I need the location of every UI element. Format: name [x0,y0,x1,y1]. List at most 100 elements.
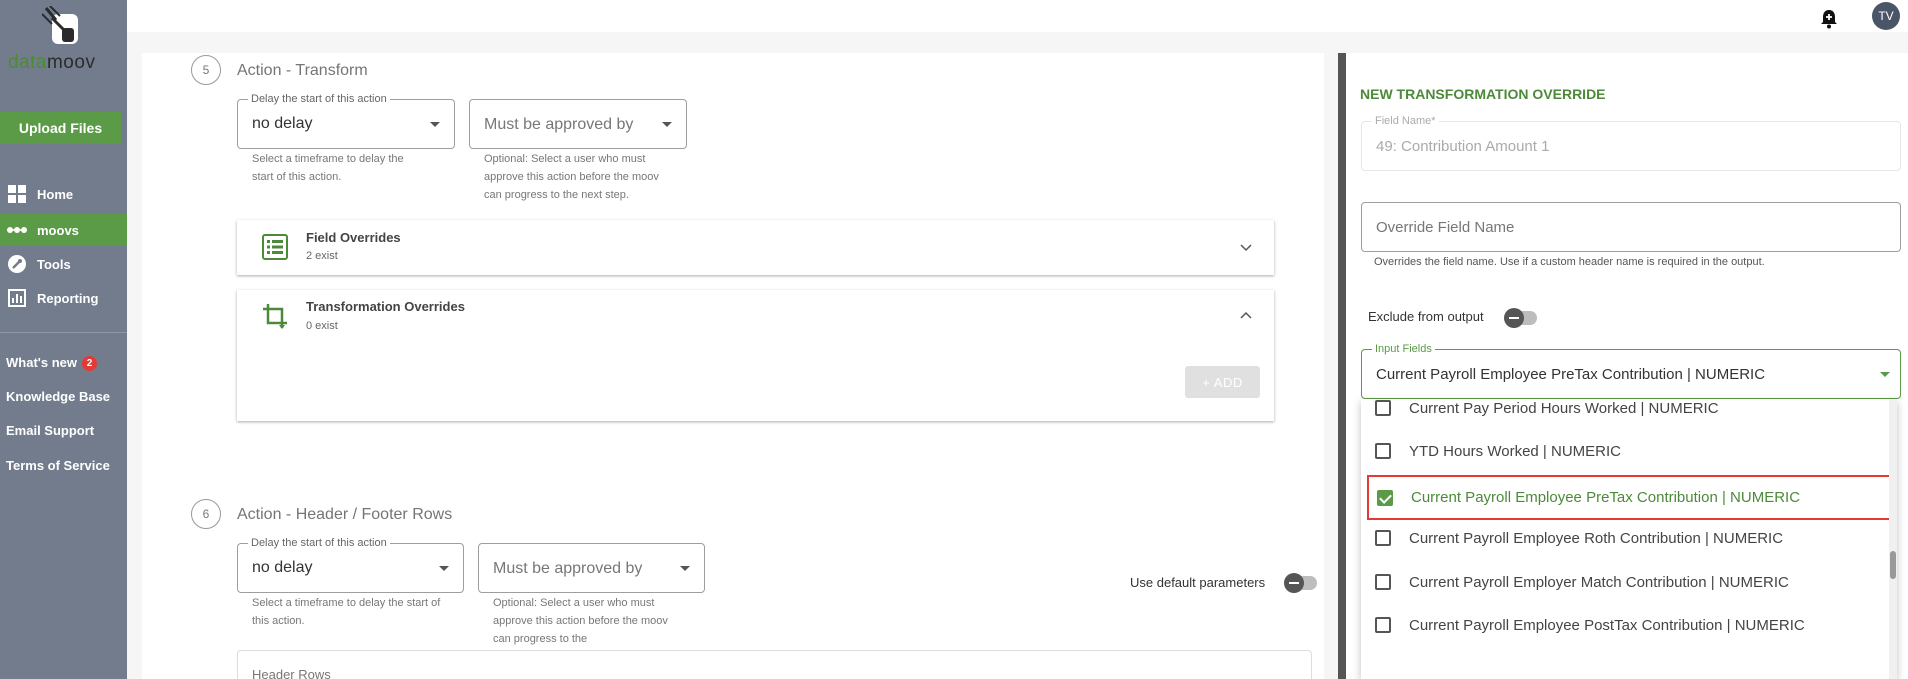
sidebar-item-label: Reporting [37,290,99,306]
whats-new-link[interactable]: What's new 2 [6,355,97,371]
checkbox[interactable] [1375,443,1391,459]
override-field-helper: Overrides the field name. Use if a custo… [1374,256,1765,268]
transformation-overrides-card: Transformation Overrides 0 exist + ADD [237,290,1274,421]
crop-icon [263,304,287,329]
override-field-name-input[interactable]: Override Field Name [1361,202,1901,252]
input-fields-legend: Input Fields [1372,343,1435,355]
user-avatar[interactable]: TV [1872,2,1900,30]
option-label: Current Payroll Employee PreTax Contribu… [1411,489,1801,506]
approval-placeholder: Must be approved by [493,560,643,577]
sidebar-item-label: Home [37,186,74,202]
reporting-icon [7,288,27,308]
transformation-overrides-title: Transformation Overrides [306,299,465,314]
option-label: Current Payroll Employee PostTax Contrib… [1409,616,1805,634]
field-name-input: Field Name* 49: Contribution Amount 1 [1361,115,1901,171]
panel-divider [1338,53,1346,679]
dropdown-option-selected[interactable]: Current Payroll Employee PreTax Contribu… [1367,475,1893,520]
input-fields-select[interactable]: Input Fields Current Payroll Employee Pr… [1361,343,1901,399]
option-label: Current Pay Period Hours Worked | NUMERI… [1409,399,1719,417]
exclude-from-output-toggle[interactable] [1504,308,1537,328]
step-5-number: 5 [191,55,221,85]
terms-of-service-link[interactable]: Terms of Service [6,458,110,473]
sidebar-divider [0,332,127,333]
option-label: Current Payroll Employee Roth Contributi… [1409,529,1784,547]
input-fields-dropdown: Current Pay Period Hours Worked | NUMERI… [1361,399,1897,679]
input-fields-value: Current Payroll Employee PreTax Contribu… [1376,366,1766,383]
checkbox[interactable] [1375,400,1391,416]
dropdown-option[interactable]: YTD Hours Worked | NUMERIC [1361,431,1897,471]
delay-legend: Delay the start of this action [248,93,390,105]
dropdown-option[interactable]: Current Payroll Employee PostTax Contrib… [1361,605,1897,645]
knowledge-base-link[interactable]: Knowledge Base [6,389,110,404]
checkbox-checked[interactable] [1377,489,1393,506]
step-6-delay-select[interactable]: Delay the start of this action no delay [237,537,464,593]
step-6-number: 6 [191,499,221,529]
delay-value: no delay [252,559,313,576]
header-rows-field[interactable]: Header Rows [237,650,1312,679]
step-6-title: Action - Header / Footer Rows [237,506,453,523]
header-rows-label: Header Rows [252,667,331,679]
field-overrides-card[interactable]: Field Overrides 2 exist [237,220,1274,275]
checkbox[interactable] [1375,530,1391,546]
datamoov-logo[interactable]: datamoov [0,0,127,80]
use-default-parameters-toggle[interactable] [1284,573,1317,593]
field-name-value: 49: Contribution Amount 1 [1376,138,1550,155]
field-overrides-title: Field Overrides [306,230,401,245]
checkbox[interactable] [1375,617,1391,633]
chevron-down-icon[interactable] [1240,244,1252,252]
step-5-approval-select[interactable]: Must be approved by [469,99,687,149]
transformation-overrides-count: 0 exist [306,320,338,332]
step-5-delay-helper: Select a timeframe to delay the start of… [252,153,404,183]
logo-mark-icon [42,6,78,44]
sidebar-item-label: Tools [37,256,71,272]
caret-down-icon [439,566,449,571]
delay-value: no delay [252,115,313,132]
override-field-placeholder: Override Field Name [1376,219,1515,236]
approval-placeholder: Must be approved by [484,116,634,133]
dropdown-option[interactable]: Current Pay Period Hours Worked | NUMERI… [1361,399,1897,428]
delay-legend: Delay the start of this action [248,537,390,549]
sidebar-item-tools[interactable]: Tools [0,248,127,280]
sidebar: datamoov Upload Files Home moovs Tools R… [0,0,127,679]
step-5-approval-helper: Optional: Select a user who must approve… [484,153,659,201]
list-icon [262,234,288,260]
dropdown-option[interactable]: Current Payroll Employee Roth Contributi… [1361,518,1897,558]
caret-down-icon [680,566,690,571]
tools-icon [7,254,27,274]
upload-files-button[interactable]: Upload Files [0,112,121,144]
dropdown-scrollbar[interactable] [1889,399,1897,679]
option-label: Current Payroll Employer Match Contribut… [1409,573,1789,591]
moovs-icon [7,220,27,240]
scrollbar-thumb[interactable] [1890,551,1896,579]
toggle-knob [1284,573,1304,593]
sidebar-item-home[interactable]: Home [0,178,127,210]
chevron-up-icon[interactable] [1240,311,1252,319]
sidebar-item-moovs[interactable]: moovs [0,214,127,246]
step-6-delay-helper: Select a timeframe to delay the start of… [252,597,441,627]
step-6-approval-helper: Optional: Select a user who must approve… [493,597,668,645]
dropdown-option[interactable]: Current Payroll Employer Match Contribut… [1361,562,1897,602]
step-6-approval-select[interactable]: Must be approved by [478,543,705,593]
toggle-knob [1504,308,1524,328]
caret-down-icon [662,122,672,127]
step-5-delay-select[interactable]: Delay the start of this action no delay [237,93,455,149]
logo-text: datamoov [8,52,96,73]
sidebar-item-label: moovs [37,222,79,238]
use-default-parameters-label: Use default parameters [1130,575,1266,590]
notification-bell-icon[interactable] [1818,8,1840,30]
top-bar [127,0,1908,32]
email-support-link[interactable]: Email Support [6,423,94,438]
panel-title: NEW TRANSFORMATION OVERRIDE [1360,86,1606,102]
exclude-from-output-label: Exclude from output [1368,309,1484,324]
field-name-legend: Field Name* [1372,115,1439,127]
caret-down-icon [1880,372,1890,377]
add-transformation-button[interactable]: + ADD [1185,366,1260,398]
field-overrides-count: 2 exist [306,250,338,262]
option-label: YTD Hours Worked | NUMERIC [1409,442,1621,460]
home-icon [7,184,27,204]
whats-new-badge: 2 [82,356,97,371]
checkbox[interactable] [1375,574,1391,590]
caret-down-icon [430,122,440,127]
sidebar-item-reporting[interactable]: Reporting [0,282,127,314]
whats-new-label: What's new [6,355,77,370]
